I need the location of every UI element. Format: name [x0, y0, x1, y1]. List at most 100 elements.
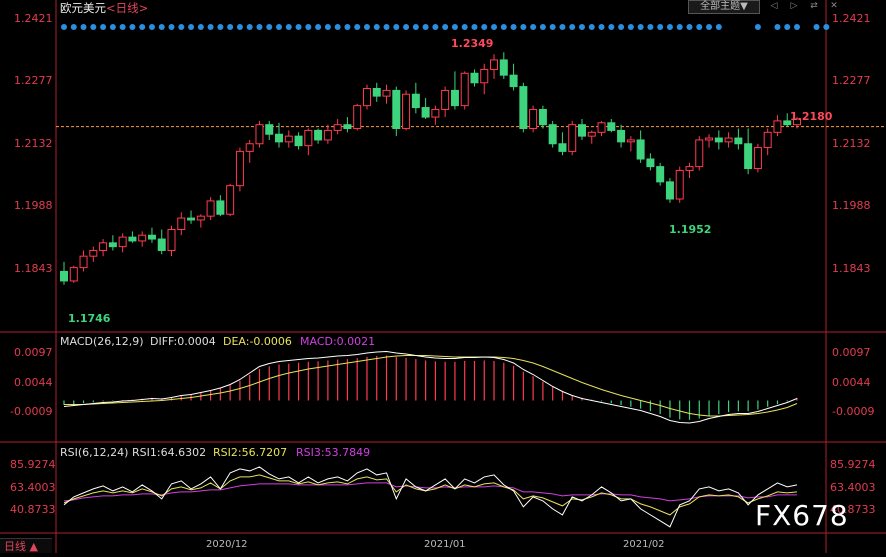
- candle-body: [284, 135, 293, 143]
- signal-dot: [80, 24, 87, 30]
- signal-dot: [520, 24, 527, 30]
- candle-body: [69, 267, 78, 282]
- candle-body: [265, 124, 274, 135]
- candle-body: [382, 89, 391, 97]
- candle-body: [607, 122, 616, 131]
- candle-body: [196, 215, 205, 221]
- signal-dot: [794, 24, 800, 30]
- signal-dot: [442, 24, 449, 30]
- signal-dot: [422, 24, 429, 30]
- high-price-label: 1.2349: [451, 37, 494, 50]
- candle-body: [421, 107, 430, 118]
- swap-icon[interactable]: ⇄: [808, 1, 820, 11]
- signal-dot: [618, 24, 625, 30]
- signal-dot: [100, 24, 107, 30]
- candle-body: [323, 129, 332, 141]
- rsi-left-tick: 63.4003: [10, 481, 56, 494]
- next-icon[interactable]: ▷: [788, 1, 800, 11]
- prev-icon[interactable]: ◁: [768, 1, 780, 11]
- signal-dot: [70, 24, 77, 30]
- signal-dot: [715, 24, 722, 30]
- rsi-left-tick: 40.8733: [10, 503, 56, 516]
- candle-body: [441, 89, 450, 110]
- signal-dot: [344, 24, 351, 30]
- left-price-tick: 1.2277: [14, 74, 53, 87]
- candle-body: [255, 124, 264, 145]
- signal-dot: [354, 24, 361, 30]
- rsi1-line: [63, 466, 798, 528]
- signal-dot: [530, 24, 537, 30]
- candle-body: [450, 89, 459, 107]
- low-price-label: 1.1952: [669, 223, 712, 236]
- macd-right-tick: 0.0097: [832, 346, 871, 359]
- rsi3-line: [63, 482, 797, 502]
- low-price-label: 1.1746: [68, 312, 111, 325]
- macd-dea-value: DEA:-0.0006: [223, 335, 292, 348]
- signal-dot: [178, 24, 185, 30]
- signal-dot: [549, 24, 556, 30]
- candle-body: [333, 124, 342, 131]
- period-selector[interactable]: <日线>: [106, 1, 148, 15]
- signal-dot: [461, 24, 468, 30]
- signal-dot: [608, 24, 615, 30]
- candle-body: [665, 181, 674, 200]
- signal-dot: [197, 24, 204, 30]
- candle-body: [656, 166, 665, 183]
- candle-body: [362, 88, 371, 107]
- right-price-tick: 1.2421: [832, 12, 871, 25]
- candle-body: [705, 137, 714, 141]
- signal-dot: [451, 24, 458, 30]
- right-price-tick: 1.2277: [832, 74, 871, 87]
- candle-body: [548, 124, 557, 145]
- dea-line: [64, 355, 798, 417]
- macd-left-tick: -0.0009: [10, 405, 53, 418]
- candle-body: [128, 236, 137, 242]
- signal-dot: [510, 24, 517, 30]
- signal-dot: [539, 24, 546, 30]
- candle-body: [372, 88, 381, 97]
- signal-dot: [363, 24, 370, 30]
- candle-body: [675, 169, 684, 200]
- signal-dot: [236, 24, 243, 30]
- macd-right-tick: 0.0044: [832, 376, 871, 389]
- candle-body: [343, 124, 352, 130]
- candle-body: [685, 166, 694, 171]
- candle-body: [763, 131, 772, 149]
- rsi3-value: RSI3:53.7849: [296, 446, 371, 459]
- candle-body: [626, 139, 635, 143]
- candle-body: [89, 249, 98, 257]
- rsi-right-tick: 63.4003: [830, 481, 876, 494]
- signal-dot: [823, 24, 830, 30]
- candle-body: [744, 143, 753, 170]
- signal-dot: [295, 24, 302, 30]
- chart-canvas[interactable]: [0, 0, 886, 553]
- candle-body: [402, 93, 411, 130]
- candle-body: [275, 133, 284, 143]
- candle-body: [431, 108, 440, 118]
- candle-body: [577, 124, 586, 137]
- candle-body: [226, 185, 235, 215]
- signal-dot: [686, 24, 693, 30]
- topic-button[interactable]: 全部主题▼: [688, 0, 760, 14]
- candle-body: [392, 89, 401, 130]
- signal-dot: [129, 24, 136, 30]
- left-price-tick: 1.2421: [14, 12, 53, 25]
- signal-dot: [588, 24, 595, 30]
- candle-body: [714, 137, 723, 143]
- candle-body: [724, 137, 733, 143]
- chart-title: 欧元美元<日线>: [60, 2, 148, 15]
- period-tab[interactable]: 日线 ▲: [0, 538, 52, 553]
- candle-body: [773, 120, 782, 133]
- signal-dot: [383, 24, 390, 30]
- candle-body: [568, 124, 577, 152]
- candle-body: [695, 139, 704, 168]
- candle-body: [470, 72, 479, 84]
- close-icon[interactable]: ✕: [828, 1, 840, 11]
- x-axis-date: 2021/02: [623, 539, 665, 550]
- candle-body: [294, 135, 303, 147]
- signal-dot: [627, 24, 634, 30]
- signal-dot: [637, 24, 644, 30]
- rsi2-value: RSI2:56.7207: [213, 446, 288, 459]
- candle-body: [753, 147, 762, 170]
- signal-dot: [412, 24, 419, 30]
